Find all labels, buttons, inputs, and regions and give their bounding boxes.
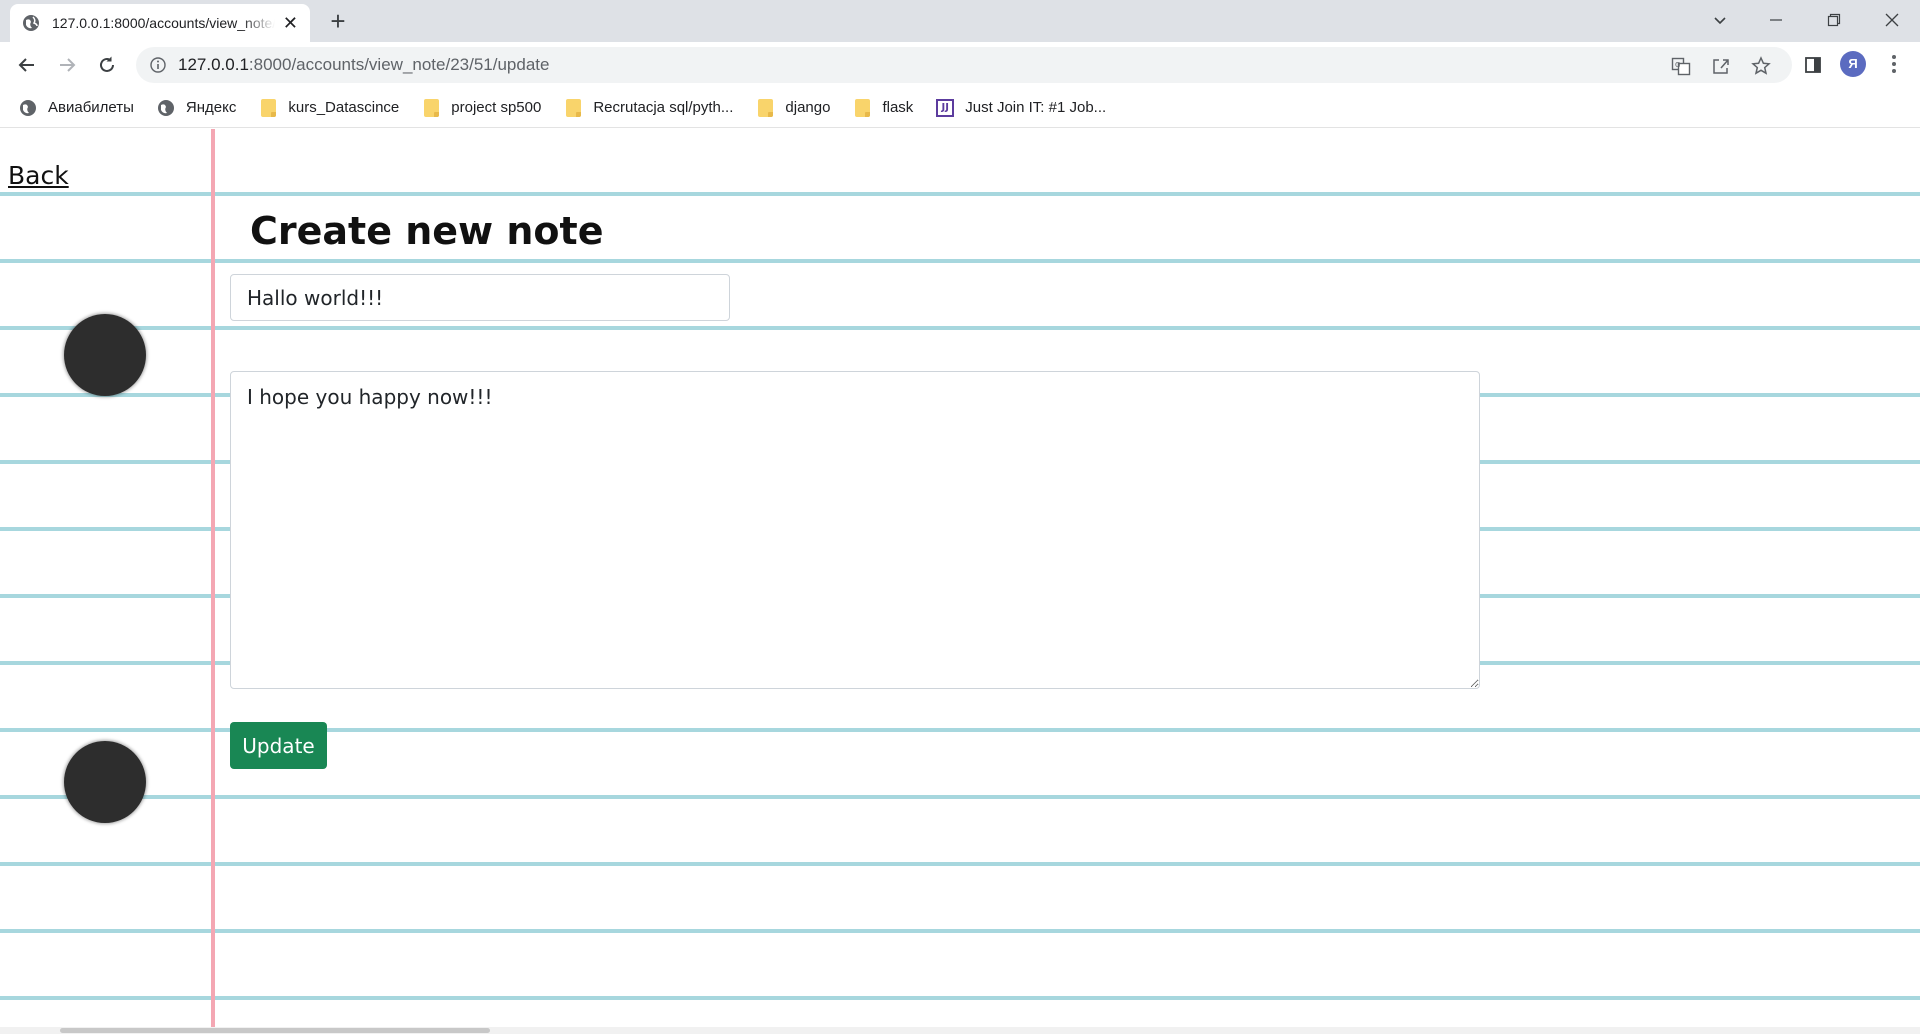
- bookmark-flask[interactable]: flask: [852, 93, 913, 123]
- justjoin-icon: JJ: [935, 98, 955, 118]
- address-bar[interactable]: 127.0.0.1:8000/accounts/view_note/23/51/…: [136, 47, 1902, 83]
- globe-icon: [22, 14, 40, 32]
- punch-hole-bottom: [64, 741, 146, 823]
- folder-icon: [852, 98, 872, 118]
- tab-strip: 127.0.0.1:8000/accounts/view_note/23/51/…: [0, 0, 1920, 42]
- bookmark-label: flask: [882, 99, 914, 116]
- url-path: :8000/accounts/view_note/23/51/update: [248, 55, 550, 74]
- scrollbar-thumb[interactable]: [60, 1028, 490, 1033]
- punch-hole-top: [64, 314, 146, 396]
- bookmarks-bar: Авиабилеты Яндекс kurs_Datascince projec…: [0, 88, 1920, 128]
- bookmark-label: Recrutacja sql/pyth...: [593, 99, 734, 116]
- menu-kebab-icon[interactable]: [1884, 51, 1904, 77]
- browser-toolbar: 127.0.0.1:8000/accounts/view_note/23/51/…: [0, 42, 1920, 88]
- horizontal-scrollbar[interactable]: [0, 1027, 1920, 1034]
- reload-icon[interactable]: [93, 51, 121, 79]
- svg-text:G: G: [1675, 61, 1680, 69]
- bookmark-label: Яндекс: [185, 99, 237, 116]
- minimize-icon[interactable]: [1756, 6, 1796, 34]
- margin-line: [211, 129, 215, 1034]
- note-title-input[interactable]: [230, 274, 730, 321]
- restore-icon[interactable]: [1814, 6, 1854, 34]
- translate-icon[interactable]: G: [1670, 55, 1692, 77]
- new-tab-button[interactable]: +: [324, 8, 352, 36]
- tab-title: 127.0.0.1:8000/accounts/view_note/23/51/…: [52, 15, 275, 31]
- bookmark-label: kurs_Datascince: [288, 99, 400, 116]
- side-panel-icon[interactable]: [1799, 51, 1827, 79]
- bookmark-project-sp500[interactable]: project sp500: [421, 93, 541, 123]
- bookmark-label: Авиабилеты: [48, 99, 134, 116]
- close-tab-icon[interactable]: ✕: [283, 14, 298, 32]
- folder-icon: [755, 98, 775, 118]
- bookmark-kurs-datascince[interactable]: kurs_Datascince: [258, 93, 399, 123]
- share-icon[interactable]: [1710, 55, 1732, 77]
- browser-tab[interactable]: 127.0.0.1:8000/accounts/view_note/23/51/…: [10, 4, 310, 42]
- back-arrow-icon[interactable]: [13, 51, 41, 79]
- forward-arrow-icon[interactable]: [53, 51, 81, 79]
- globe-icon: [18, 98, 38, 118]
- url-text: 127.0.0.1:8000/accounts/view_note/23/51/…: [178, 47, 549, 83]
- close-window-icon[interactable]: [1872, 6, 1912, 34]
- bookmark-label: Just Join IT: #1 Job...: [965, 99, 1107, 116]
- bookmark-django[interactable]: django: [755, 93, 830, 123]
- bookmark-label: project sp500: [451, 99, 542, 116]
- bookmark-just-join-it[interactable]: JJ Just Join IT: #1 Job...: [935, 93, 1106, 123]
- folder-icon: [563, 98, 583, 118]
- notebook-page: Back Create new note I hope you happy no…: [0, 129, 1920, 1034]
- page-title: Create new note: [250, 209, 604, 253]
- folder-icon: [421, 98, 441, 118]
- bookmark-yandex[interactable]: Яндекс: [156, 93, 236, 123]
- globe-icon: [156, 98, 176, 118]
- bookmark-aviabilety[interactable]: Авиабилеты: [18, 93, 134, 123]
- bookmark-label: django: [785, 99, 831, 116]
- note-content-textarea[interactable]: I hope you happy now!!!: [230, 371, 1480, 689]
- url-host: 127.0.0.1: [178, 55, 249, 74]
- tab-search-icon[interactable]: [1700, 6, 1740, 34]
- update-button[interactable]: Update: [230, 722, 327, 769]
- bookmark-star-icon[interactable]: [1750, 55, 1772, 77]
- justjoin-icon-text: JJ: [936, 98, 955, 117]
- back-link[interactable]: Back: [8, 161, 69, 190]
- site-info-icon[interactable]: [148, 55, 168, 75]
- folder-icon: [258, 98, 278, 118]
- bookmark-recrutacja[interactable]: Recrutacja sql/pyth...: [563, 93, 733, 123]
- profile-avatar[interactable]: Я: [1840, 51, 1866, 77]
